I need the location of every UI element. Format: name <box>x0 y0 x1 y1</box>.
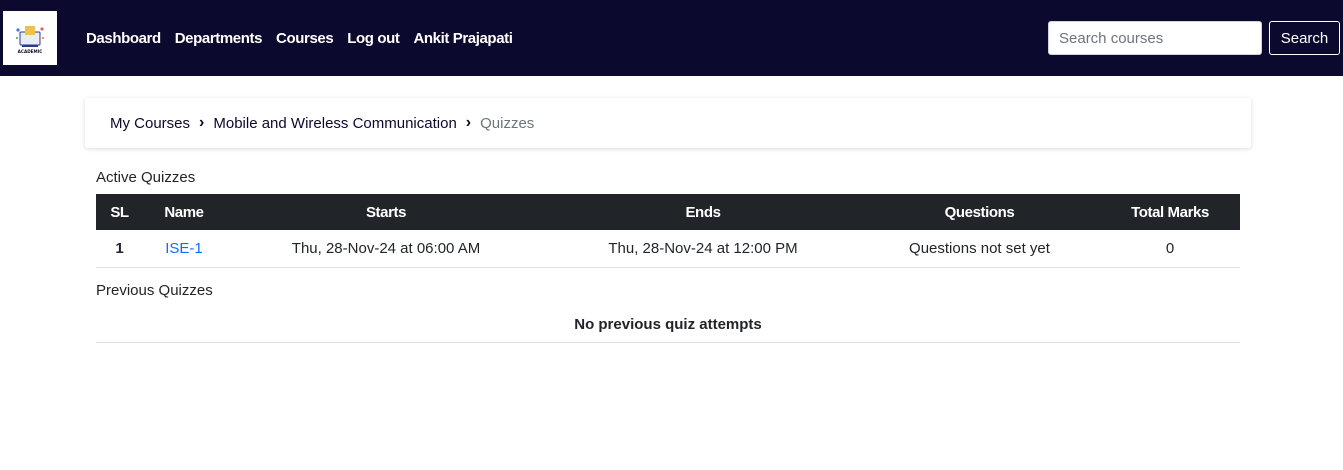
row-total-marks: 0 <box>1165 239 1175 257</box>
active-quizzes-heading: Active Quizzes <box>96 169 196 186</box>
breadcrumb-course-link[interactable]: Mobile and Wireless Communication <box>213 115 456 132</box>
column-header-total-marks: Total Marks <box>1131 203 1209 221</box>
search-button[interactable]: Search <box>1269 21 1340 55</box>
active-quizzes-table: SL Name Starts Ends Questions Total Mark… <box>96 194 1240 268</box>
nav-user-profile-link[interactable]: Ankit Prajapati <box>413 30 512 47</box>
top-navbar: ACADEMIC Dashboard Departments Courses L… <box>0 0 1343 76</box>
column-header-name: Name <box>164 203 204 221</box>
row-sl: 1 <box>115 239 124 257</box>
nav-courses-link[interactable]: Courses <box>276 30 334 47</box>
main-nav: Dashboard Departments Courses Log out An… <box>86 0 527 76</box>
academic-logo[interactable]: ACADEMIC <box>3 11 57 65</box>
nav-logout-link[interactable]: Log out <box>347 30 400 47</box>
row-name-cell: ISE-1 <box>143 230 225 267</box>
breadcrumb-separator-icon: › <box>465 114 472 131</box>
column-header-sl: SL <box>110 203 129 221</box>
table-header-row: SL Name Starts Ends Questions Total Mark… <box>96 194 1240 230</box>
row-ends: Thu, 28-Nov-24 at 12:00 PM <box>608 239 798 257</box>
quiz-name-link[interactable]: ISE-1 <box>165 240 203 257</box>
column-header-starts: Starts <box>365 203 407 221</box>
breadcrumb-my-courses-link[interactable]: My Courses <box>110 115 190 132</box>
academic-logo-icon: ACADEMIC <box>15 26 45 54</box>
breadcrumb: My Courses › Mobile and Wireless Communi… <box>85 98 1251 148</box>
column-header-ends: Ends <box>685 203 721 221</box>
logo-wordmark: ACADEMIC <box>18 49 43 54</box>
previous-quizzes-heading: Previous Quizzes <box>96 282 213 299</box>
search-courses-input[interactable] <box>1048 21 1262 55</box>
row-starts: Thu, 28-Nov-24 at 06:00 AM <box>291 239 481 257</box>
breadcrumb-separator-icon: › <box>199 114 205 131</box>
nav-dashboard-link[interactable]: Dashboard <box>86 30 161 47</box>
table-row: 1 ISE-1 Thu, 28-Nov-24 at 06:00 AM Thu, … <box>96 230 1240 267</box>
column-header-questions: Questions <box>944 203 1015 221</box>
breadcrumb-current-page: Quizzes <box>480 114 535 132</box>
nav-departments-link[interactable]: Departments <box>175 30 263 47</box>
previous-quizzes-empty-message: No previous quiz attempts <box>96 307 1240 343</box>
row-questions: Questions not set yet <box>909 239 1050 257</box>
